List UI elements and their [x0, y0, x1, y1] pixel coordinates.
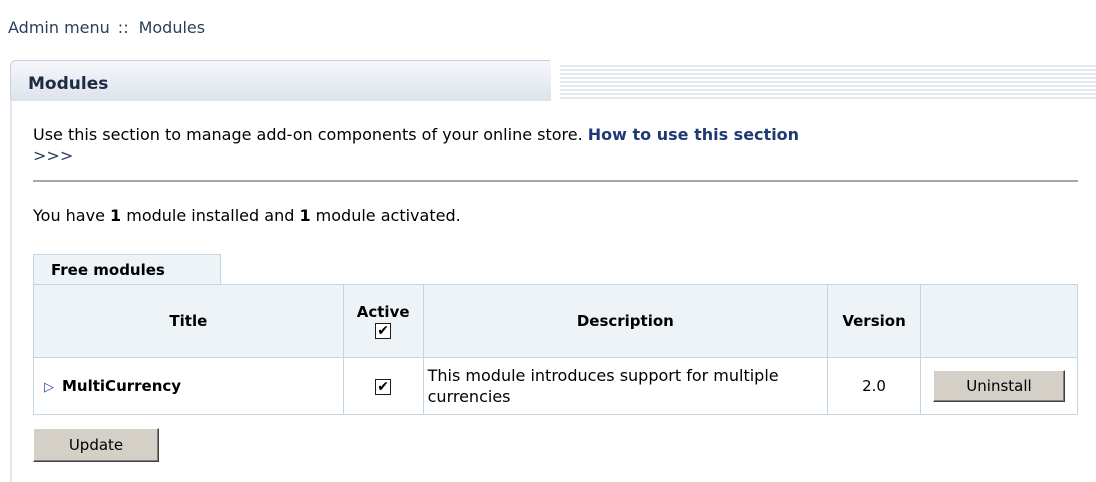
- modules-table: Title Active ✔ Description Version ▷ Mult…: [33, 284, 1078, 415]
- module-description: This module introduces support for multi…: [422, 357, 829, 415]
- update-button[interactable]: Update: [33, 428, 159, 462]
- column-header-title: Title: [33, 284, 344, 358]
- module-active-checkbox[interactable]: ✔: [375, 379, 392, 395]
- divider: [33, 180, 1078, 182]
- breadcrumb-separator: ::: [117, 18, 129, 37]
- module-title[interactable]: MultiCurrency: [62, 377, 181, 395]
- intro-text: Use this section to manage add-on compon…: [33, 124, 1083, 166]
- table-header-row: Title Active ✔ Description Version: [33, 284, 1078, 358]
- uninstall-button[interactable]: Uninstall: [933, 370, 1065, 402]
- more-arrow-link[interactable]: >>>: [33, 146, 73, 165]
- section-header: Modules: [10, 60, 1096, 101]
- column-header-active: Active ✔: [342, 284, 424, 358]
- module-action-cell: Uninstall: [920, 357, 1078, 415]
- modules-summary: You have 1 module installed and 1 module…: [33, 206, 461, 225]
- summary-prefix: You have: [33, 206, 111, 225]
- expand-arrow-icon[interactable]: ▷: [44, 380, 54, 395]
- module-title-cell[interactable]: ▷ MultiCurrency: [33, 357, 344, 415]
- column-header-description: Description: [422, 284, 829, 358]
- table-row: ▷ MultiCurrency ✔ This module introduces …: [33, 357, 1078, 415]
- breadcrumb: Admin menu:: Modules: [8, 18, 205, 37]
- select-all-checkbox[interactable]: ✔: [375, 322, 392, 339]
- section-title: Modules: [28, 74, 109, 94]
- installed-count: 1: [110, 206, 122, 225]
- activated-count: 1: [299, 206, 311, 225]
- active-header-label: Active: [356, 303, 410, 321]
- column-header-actions: [920, 284, 1078, 358]
- section-header-lines: [560, 65, 1096, 100]
- breadcrumb-root[interactable]: Admin menu: [8, 18, 110, 37]
- column-header-version: Version: [827, 284, 922, 358]
- summary-middle: module installed and: [121, 206, 300, 225]
- how-to-use-link[interactable]: How to use this section: [588, 125, 799, 144]
- breadcrumb-current: Modules: [138, 18, 206, 37]
- summary-suffix: module activated.: [310, 206, 461, 225]
- module-version: 2.0: [827, 357, 922, 415]
- module-active-cell: ✔: [342, 357, 424, 415]
- intro-description: Use this section to manage add-on compon…: [33, 125, 588, 144]
- free-modules-tab: Free modules: [33, 254, 221, 284]
